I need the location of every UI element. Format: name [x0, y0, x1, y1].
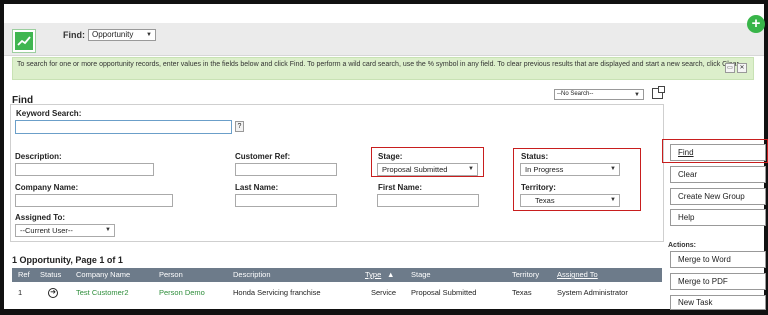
find-button[interactable]: Find [670, 144, 766, 161]
saved-search-select[interactable]: --No Search-- ▼ [554, 89, 644, 100]
actions-label: Actions: [668, 242, 696, 249]
find-entity-value: Opportunity [92, 30, 134, 39]
create-group-label: Create New Group [678, 192, 745, 201]
description-label: Description: [15, 152, 62, 161]
arrow-right-circle-icon[interactable]: ➜ [48, 288, 58, 298]
create-group-button[interactable]: Create New Group [670, 188, 766, 205]
merge-word-label: Merge to Word [678, 255, 731, 264]
col-assigned[interactable]: Assigned To [557, 268, 598, 282]
col-ref[interactable]: Ref [18, 268, 30, 282]
customer-ref-input[interactable] [235, 163, 337, 176]
status-value: In Progress [525, 165, 564, 174]
sort-up-icon: ▲ [387, 270, 395, 279]
info-icons: ▭ ✕ [725, 63, 747, 73]
assigned-value: --Current User-- [20, 226, 73, 235]
assigned-to-select[interactable]: --Current User-- ▼ [15, 224, 115, 237]
keyword-search-input[interactable] [15, 120, 232, 134]
assigned-label: Assigned To: [15, 213, 66, 222]
new-task-button[interactable]: New Task [670, 295, 766, 310]
cell-stage: Proposal Submitted [411, 288, 477, 297]
col-person[interactable]: Person [159, 268, 183, 282]
saved-search-value: --No Search-- [557, 91, 594, 97]
help-button[interactable]: Help [670, 209, 766, 226]
territory-select[interactable]: Texas ▼ [520, 194, 620, 207]
stage-select[interactable]: Proposal Submitted ▼ [377, 163, 478, 176]
customer-ref-label: Customer Ref: [235, 152, 291, 161]
col-company[interactable]: Company Name [76, 268, 130, 282]
col-stage[interactable]: Stage [411, 268, 431, 282]
find-header: Find: Opportunity ▼ [4, 23, 764, 56]
table-row: 1 ➜ Test Customer2 Person Demo Honda Ser… [12, 286, 662, 300]
chevron-down-icon: ▼ [105, 227, 111, 233]
first-name-input[interactable] [377, 194, 479, 207]
keyword-help-button[interactable]: ? [235, 121, 244, 132]
find-entity-select[interactable]: Opportunity ▼ [88, 29, 156, 41]
firstname-label: First Name: [378, 183, 423, 192]
stage-value: Proposal Submitted [382, 165, 448, 174]
add-new-button[interactable]: + [747, 15, 765, 33]
chevron-down-icon: ▼ [146, 32, 152, 38]
cell-person-link[interactable]: Person Demo [159, 286, 205, 300]
merge-pdf-button[interactable]: Merge to PDF [670, 273, 766, 290]
help-button-label: Help [678, 213, 695, 222]
minimize-icon[interactable]: ▭ [725, 63, 735, 73]
merge-pdf-label: Merge to PDF [678, 277, 728, 286]
find-label: Find: [63, 30, 85, 40]
status-select[interactable]: In Progress ▼ [520, 163, 620, 176]
cell-territory: Texas [512, 288, 532, 297]
cell-description: Honda Servicing franchise [233, 288, 321, 297]
clear-button[interactable]: Clear [670, 166, 766, 183]
lastname-label: Last Name: [235, 183, 279, 192]
chevron-down-icon: ▼ [634, 92, 640, 98]
chevron-down-icon: ▼ [610, 197, 616, 203]
info-banner: To search for one or more opportunity re… [12, 57, 754, 80]
status-label: Status: [521, 152, 549, 161]
clear-button-label: Clear [678, 170, 698, 179]
keyword-label: Keyword Search: [16, 109, 82, 118]
description-input[interactable] [15, 163, 154, 176]
cell-assigned: System Administrator [557, 288, 628, 297]
results-title: 1 Opportunity, Page 1 of 1 [12, 255, 123, 265]
company-name-input[interactable] [15, 194, 173, 207]
top-band [4, 4, 764, 23]
new-task-label: New Task [678, 298, 713, 307]
stage-label: Stage: [378, 152, 403, 161]
close-icon[interactable]: ✕ [737, 63, 747, 73]
territory-value: Texas [535, 196, 555, 205]
cell-type: Service [371, 288, 397, 297]
col-type[interactable]: Type [365, 268, 381, 282]
info-text: To search for one or more opportunity re… [17, 61, 741, 68]
col-territory[interactable]: Territory [512, 268, 539, 282]
table-header: Ref Status Company Name Person Descripti… [12, 268, 662, 282]
chevron-down-icon: ▼ [610, 166, 616, 172]
cell-company-link[interactable]: Test Customer2 [76, 286, 129, 300]
save-search-icon[interactable] [652, 86, 665, 99]
col-description[interactable]: Description [233, 268, 271, 282]
opportunity-chart-icon [13, 30, 35, 52]
last-name-input[interactable] [235, 194, 337, 207]
cell-ref: 1 [18, 288, 23, 297]
territory-label: Territory: [521, 183, 556, 192]
find-button-label: Find [678, 148, 694, 157]
company-label: Company Name: [15, 183, 79, 192]
merge-word-button[interactable]: Merge to Word [670, 251, 766, 268]
chevron-down-icon: ▼ [468, 166, 474, 172]
col-status[interactable]: Status [40, 268, 61, 282]
